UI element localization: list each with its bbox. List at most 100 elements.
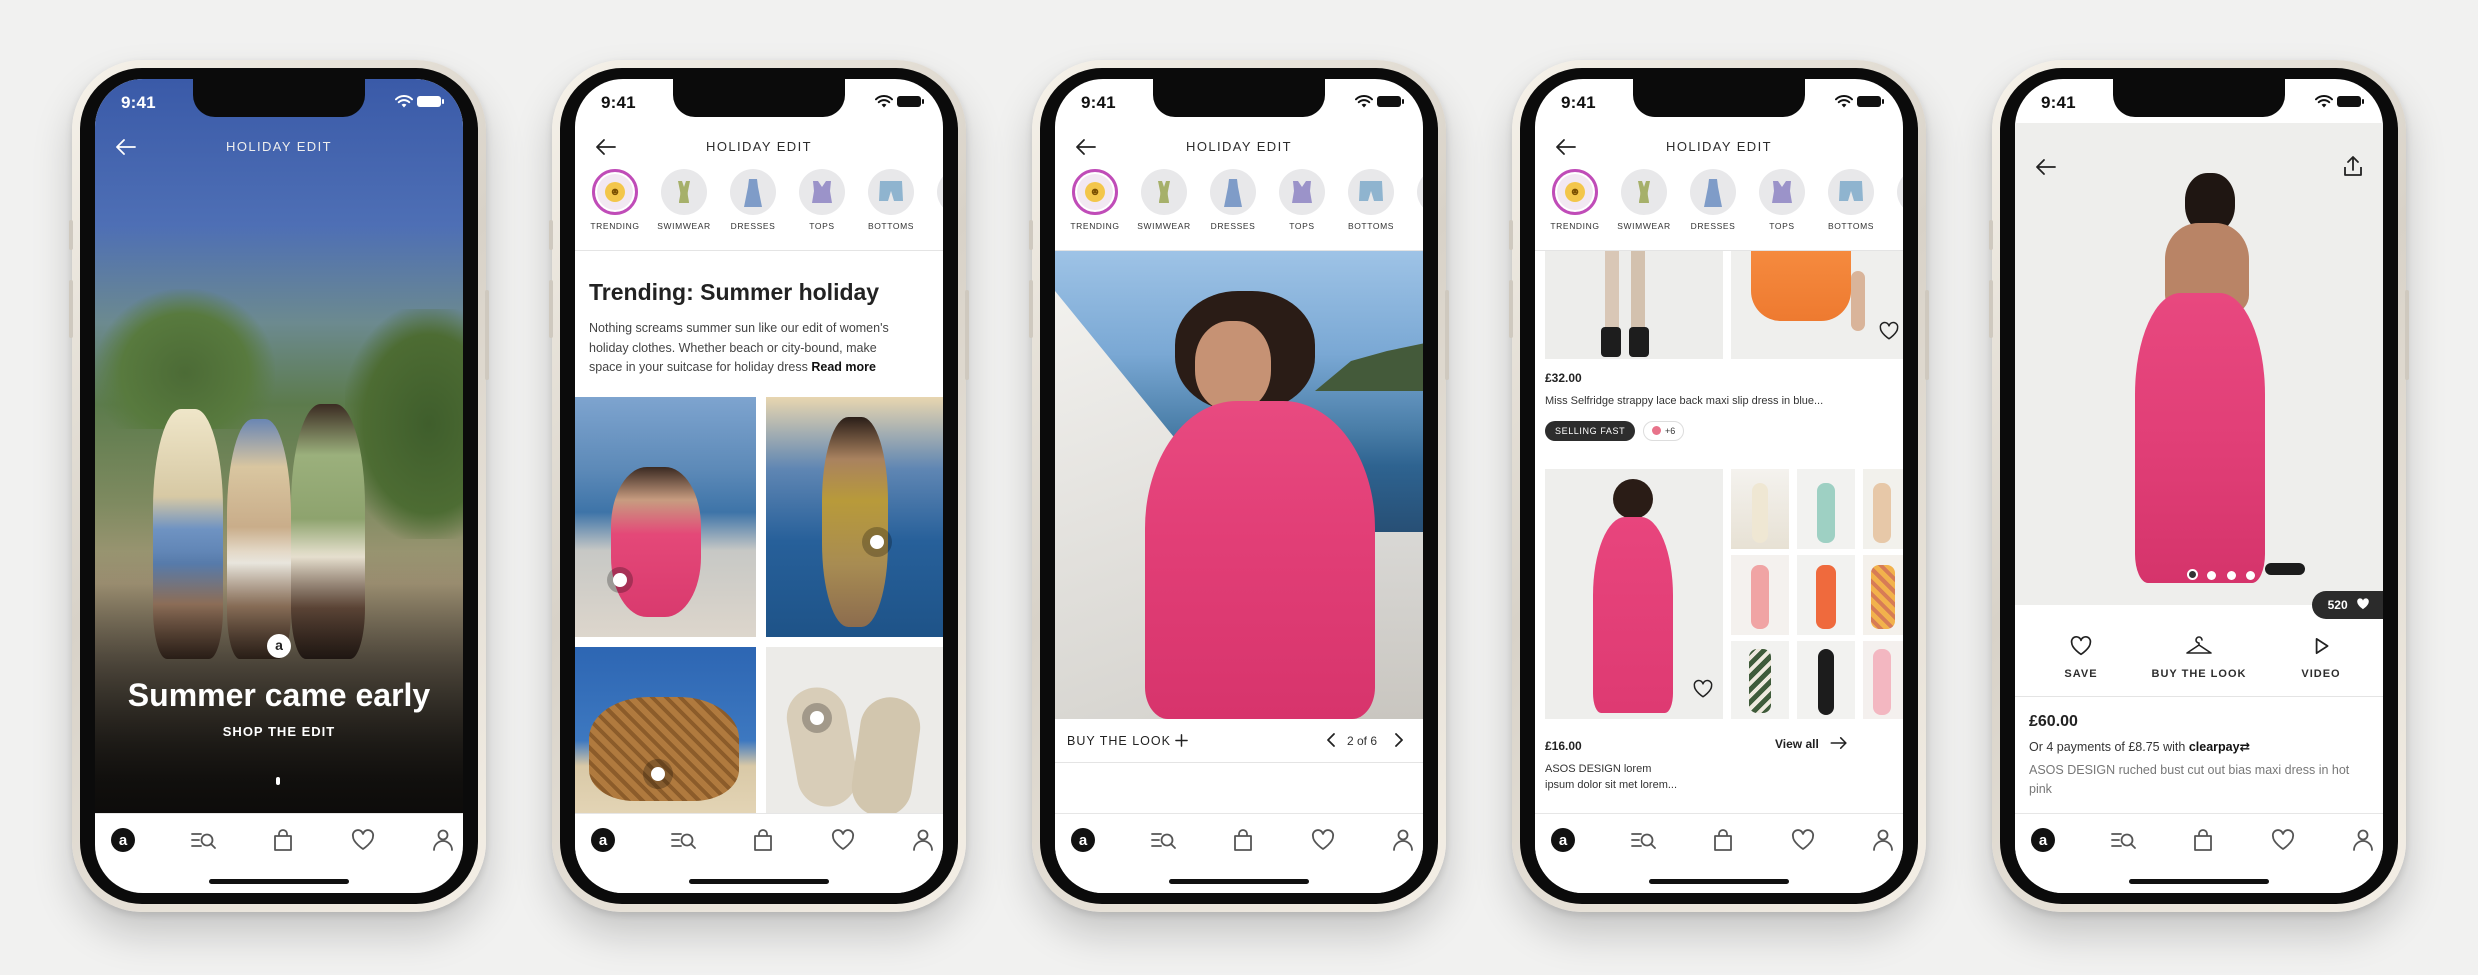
- thumb-7[interactable]: [1731, 641, 1789, 719]
- chevron-right-icon[interactable]: [1393, 732, 1405, 748]
- category-dresses[interactable]: DRESSES: [1681, 169, 1745, 231]
- video-button[interactable]: VIDEO: [2291, 633, 2351, 680]
- tab-home-icon[interactable]: [1069, 826, 1097, 854]
- category-more[interactable]: [1888, 169, 1903, 215]
- category-dresses[interactable]: DRESSES: [1201, 169, 1265, 231]
- category-tops[interactable]: TOPS: [1750, 169, 1814, 231]
- category-swimwear[interactable]: SWIMWEAR: [652, 169, 716, 231]
- look-tile-swimwear[interactable]: [766, 397, 943, 637]
- tab-bag-icon[interactable]: [269, 826, 297, 854]
- thumb-3[interactable]: [1863, 469, 1903, 549]
- look-tile-pink-dress[interactable]: [575, 397, 756, 637]
- buy-the-look-button[interactable]: BUY THE LOOK: [2149, 633, 2249, 680]
- tab-saved-heart-icon[interactable]: [349, 826, 377, 854]
- thumb-9[interactable]: [1863, 641, 1903, 719]
- read-more-link[interactable]: Read more: [811, 360, 876, 374]
- hotspot-dot[interactable]: [651, 767, 665, 781]
- save-heart-icon[interactable]: [1877, 319, 1901, 343]
- save-heart-icon[interactable]: [1691, 677, 1715, 701]
- gallery-dot-active[interactable]: [2187, 569, 2198, 580]
- header: HOLIDAY EDIT: [575, 133, 943, 163]
- tab-bag-icon[interactable]: [749, 826, 777, 854]
- colour-swatches[interactable]: +6: [1643, 421, 1685, 441]
- gallery-dot[interactable]: [2246, 571, 2256, 580]
- category-bottoms[interactable]: BOTTOMS: [1819, 169, 1883, 231]
- tab-home-icon[interactable]: [1549, 826, 1577, 854]
- category-trending[interactable]: ☻ TRENDING: [1063, 169, 1127, 231]
- tab-profile-icon[interactable]: [1389, 826, 1417, 854]
- thumb-8[interactable]: [1797, 641, 1855, 719]
- tab-home-icon[interactable]: [109, 826, 137, 854]
- category-swimwear[interactable]: SWIMWEAR: [1612, 169, 1676, 231]
- view-all-link[interactable]: View all: [1775, 737, 1848, 751]
- category-tops[interactable]: TOPS: [790, 169, 854, 231]
- thumb-1[interactable]: [1731, 469, 1789, 549]
- category-trending[interactable]: ☻ TRENDING: [583, 169, 647, 231]
- product-2-name[interactable]: ASOS DESIGN lorem ipsum dolor sit met lo…: [1545, 761, 1677, 793]
- likes-counter[interactable]: 520: [2311, 591, 2383, 619]
- buy-the-look-button[interactable]: BUY THE LOOK: [1067, 734, 1171, 748]
- pager-count: 2 of 6: [1347, 734, 1378, 748]
- category-more[interactable]: [1408, 169, 1423, 215]
- tab-profile-icon[interactable]: [909, 826, 937, 854]
- category-swimwear[interactable]: SWIMWEAR: [1132, 169, 1196, 231]
- tab-search-icon[interactable]: [1149, 826, 1177, 854]
- thumb-6[interactable]: [1863, 555, 1903, 635]
- save-button[interactable]: SAVE: [2051, 633, 2111, 680]
- gallery-dot[interactable]: [2226, 571, 2236, 580]
- tab-home-icon[interactable]: [2029, 826, 2057, 854]
- look-tile-straw-bag[interactable]: [575, 647, 756, 817]
- tab-profile-icon[interactable]: [429, 826, 457, 854]
- share-icon[interactable]: [2342, 155, 2364, 177]
- header: HOLIDAY EDIT: [95, 133, 463, 163]
- hero-image: [95, 79, 463, 893]
- hero-headline: Summer came early: [127, 677, 431, 713]
- category-dresses[interactable]: DRESSES: [721, 169, 785, 231]
- back-arrow-icon[interactable]: [2035, 157, 2057, 177]
- hotspot-dot[interactable]: [870, 535, 884, 549]
- tab-profile-icon[interactable]: [2349, 826, 2377, 854]
- tab-saved-heart-icon[interactable]: [1789, 826, 1817, 854]
- chevron-left-icon[interactable]: [1325, 732, 1337, 748]
- category-bottoms[interactable]: BOTTOMS: [1339, 169, 1403, 231]
- hotspot-dot[interactable]: [613, 573, 627, 587]
- dress-icon: [1210, 169, 1256, 215]
- tab-saved-heart-icon[interactable]: [829, 826, 857, 854]
- tab-search-icon[interactable]: [2109, 826, 2137, 854]
- look-image[interactable]: [1055, 251, 1423, 721]
- thumb-5[interactable]: [1797, 555, 1855, 635]
- category-tops[interactable]: TOPS: [1270, 169, 1334, 231]
- product-1-name[interactable]: Miss Selfridge strappy lace back maxi sl…: [1545, 395, 1890, 407]
- product-2-price: £16.00: [1545, 739, 1582, 753]
- hotspot-dot[interactable]: [810, 711, 824, 725]
- tab-saved-heart-icon[interactable]: [2269, 826, 2297, 854]
- tab-saved-heart-icon[interactable]: [1309, 826, 1337, 854]
- product-card-1[interactable]: [1535, 251, 1903, 369]
- product-card-2[interactable]: [1545, 469, 1723, 719]
- tab-search-icon[interactable]: [669, 826, 697, 854]
- category-more[interactable]: [928, 169, 943, 215]
- plus-icon[interactable]: [1175, 734, 1188, 747]
- category-trending[interactable]: ☻ TRENDING: [1543, 169, 1607, 231]
- screen-trending: 9:41 HOLIDAY EDIT ☻ TRENDING SWIMWEAR DRE…: [575, 79, 943, 893]
- wifi-icon: [1835, 95, 1853, 108]
- tab-bag-icon[interactable]: [2189, 826, 2217, 854]
- shorts-icon: [868, 169, 914, 215]
- product-name: ASOS DESIGN ruched bust cut out bias max…: [2029, 763, 2350, 796]
- product-gallery-image[interactable]: [2015, 123, 2383, 605]
- tab-profile-icon[interactable]: [1869, 826, 1897, 854]
- shop-the-edit-link[interactable]: SHOP THE EDIT: [95, 724, 463, 739]
- category-bottoms[interactable]: BOTTOMS: [859, 169, 923, 231]
- gallery-dot[interactable]: [2207, 571, 2217, 580]
- tab-home-icon[interactable]: [589, 826, 617, 854]
- tab-search-icon[interactable]: [189, 826, 217, 854]
- tab-search-icon[interactable]: [1629, 826, 1657, 854]
- status-time: 9:41: [1561, 93, 1596, 112]
- thumb-2[interactable]: [1797, 469, 1855, 549]
- clearpay-logo[interactable]: clearpay: [2189, 740, 2240, 754]
- screen-product-detail: 9:41 520 SAVE BUY THE LOOK VIDEO £60.00 …: [2015, 79, 2383, 893]
- look-tile-sandals[interactable]: [766, 647, 943, 821]
- tab-bag-icon[interactable]: [1229, 826, 1257, 854]
- thumb-4[interactable]: [1731, 555, 1789, 635]
- tab-bag-icon[interactable]: [1709, 826, 1737, 854]
